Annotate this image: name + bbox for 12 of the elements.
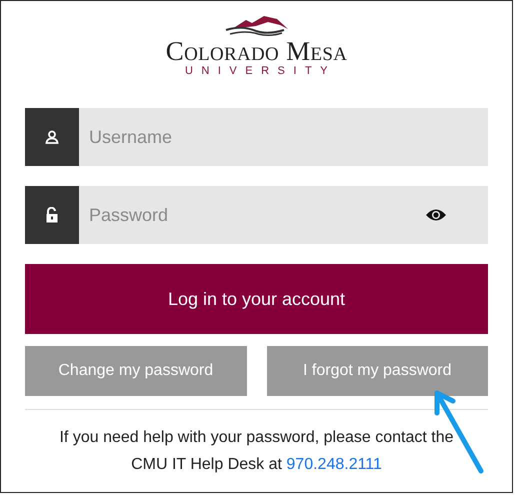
logo-wordmark: Colorado Mesa <box>166 38 348 65</box>
login-button[interactable]: Log in to your account <box>25 264 488 334</box>
eye-icon[interactable] <box>425 208 447 222</box>
phone-link[interactable]: 970.248.2111 <box>286 456 382 474</box>
password-field[interactable]: Password <box>79 186 488 244</box>
username-field[interactable]: Username <box>79 108 488 166</box>
padlock-icon <box>45 207 59 224</box>
logo-subtitle: UNIVERSITY <box>184 65 336 78</box>
forgot-password-button[interactable]: I forgot my password <box>266 346 488 396</box>
user-icon <box>45 130 59 144</box>
help-text: If you need help with your password, please contact the CMU IT Help Desk at 970.248.2111 <box>58 428 454 476</box>
change-password-button[interactable]: Change my password <box>25 346 246 396</box>
